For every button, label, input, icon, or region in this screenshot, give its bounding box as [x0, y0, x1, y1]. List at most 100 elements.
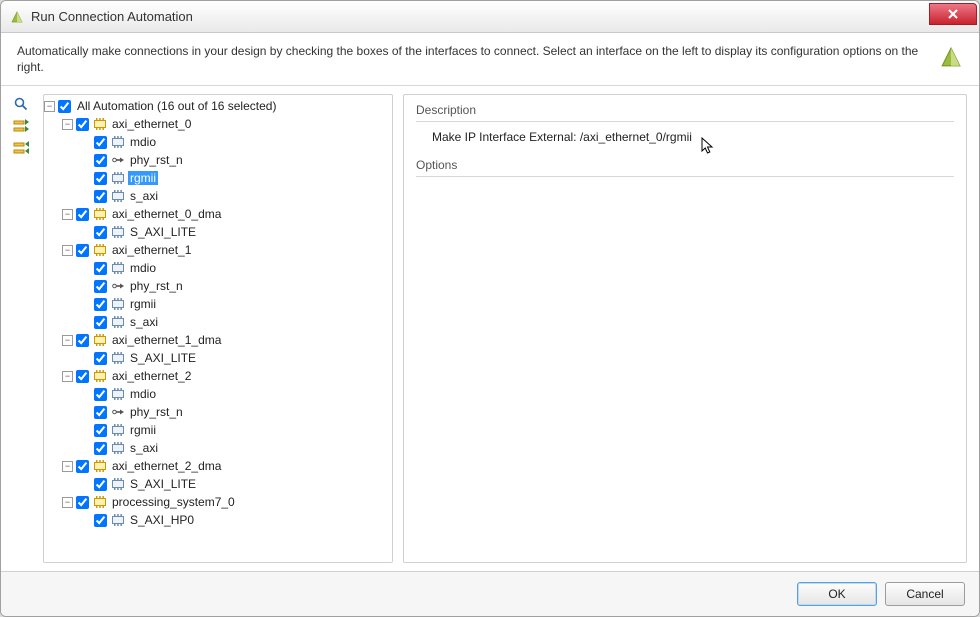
tree-checkbox[interactable] [76, 334, 89, 347]
tree-row[interactable]: mdio [80, 385, 392, 403]
tree-node-label[interactable]: S_AXI_LITE [128, 477, 198, 491]
tree-row[interactable]: phy_rst_n [80, 277, 392, 295]
tree-row[interactable]: − axi_ethernet_1 [62, 241, 392, 259]
tree-checkbox[interactable] [94, 262, 107, 275]
intf-icon [111, 261, 125, 275]
tree-checkbox[interactable] [94, 316, 107, 329]
search-icon[interactable] [13, 96, 29, 112]
ip-icon [93, 207, 107, 221]
tree-checkbox[interactable] [76, 244, 89, 257]
tree-node-label[interactable]: processing_system7_0 [110, 495, 237, 509]
expand-toggle[interactable]: − [62, 245, 73, 256]
tree-row[interactable]: S_AXI_LITE [80, 223, 392, 241]
tree-checkbox[interactable] [94, 388, 107, 401]
port-icon [111, 405, 125, 419]
tree-checkbox[interactable] [94, 172, 107, 185]
details-panel: Description Make IP Interface External: … [403, 94, 967, 563]
dialog: Run Connection Automation Automatically … [0, 0, 980, 617]
tree-checkbox[interactable] [94, 478, 107, 491]
tree-row[interactable]: s_axi [80, 439, 392, 457]
tree-checkbox[interactable] [94, 352, 107, 365]
tree-checkbox[interactable] [94, 406, 107, 419]
intf-icon [111, 387, 125, 401]
select-children-icon[interactable] [13, 140, 29, 156]
tree-node-label[interactable]: S_AXI_LITE [128, 351, 198, 365]
tree-node-label[interactable]: phy_rst_n [128, 279, 185, 293]
cancel-button[interactable]: Cancel [885, 582, 965, 606]
select-non-children-icon[interactable] [13, 118, 29, 134]
tree-checkbox[interactable] [94, 280, 107, 293]
tree-row[interactable]: mdio [80, 259, 392, 277]
tree-row[interactable]: − axi_ethernet_2 [62, 367, 392, 385]
tree-node-label[interactable]: s_axi [128, 189, 160, 203]
tree-node-label[interactable]: axi_ethernet_0 [110, 117, 193, 131]
tree-node-label[interactable]: s_axi [128, 315, 160, 329]
tree-row[interactable]: s_axi [80, 313, 392, 331]
tree-checkbox[interactable] [94, 226, 107, 239]
intro-text: Automatically make connections in your d… [17, 43, 937, 75]
tree-checkbox[interactable] [76, 118, 89, 131]
automation-tree[interactable]: −All Automation (16 out of 16 selected)−… [44, 97, 392, 529]
tree-node-label[interactable]: axi_ethernet_0_dma [110, 207, 223, 221]
tree-row[interactable]: − axi_ethernet_0_dma [62, 205, 392, 223]
intf-icon [111, 135, 125, 149]
tree-row[interactable]: rgmii [80, 295, 392, 313]
expand-toggle[interactable]: − [62, 119, 73, 130]
tree-row[interactable]: rgmii [80, 169, 392, 187]
tree-node-label[interactable]: phy_rst_n [128, 153, 185, 167]
close-icon [947, 8, 959, 20]
tree-row[interactable]: phy_rst_n [80, 403, 392, 421]
tree-node-label[interactable]: axi_ethernet_1_dma [110, 333, 223, 347]
tree-checkbox[interactable] [94, 190, 107, 203]
tree-node-label[interactable]: s_axi [128, 441, 160, 455]
tree-checkbox[interactable] [58, 100, 71, 113]
tree-row[interactable]: s_axi [80, 187, 392, 205]
tree-row[interactable]: − axi_ethernet_1_dma [62, 331, 392, 349]
description-label: Description [416, 103, 954, 122]
tree-node-label[interactable]: rgmii [128, 423, 158, 437]
tree-row[interactable]: phy_rst_n [80, 151, 392, 169]
tree-row[interactable]: mdio [80, 133, 392, 151]
tree-checkbox[interactable] [76, 460, 89, 473]
tree-row[interactable]: rgmii [80, 421, 392, 439]
tree-row[interactable]: − axi_ethernet_2_dma [62, 457, 392, 475]
tree-checkbox[interactable] [94, 154, 107, 167]
tree-node-label[interactable]: axi_ethernet_1 [110, 243, 193, 257]
tree-row[interactable]: S_AXI_LITE [80, 349, 392, 367]
tree-checkbox[interactable] [94, 298, 107, 311]
intro-bar: Automatically make connections in your d… [1, 33, 979, 86]
tree-checkbox[interactable] [94, 514, 107, 527]
tree-node-label[interactable]: mdio [128, 135, 158, 149]
expand-toggle[interactable]: − [62, 371, 73, 382]
tree-checkbox[interactable] [76, 370, 89, 383]
tree-row[interactable]: − processing_system7_0 [62, 493, 392, 511]
tree-root-row[interactable]: − All Automation (16 out of 16 selected) [44, 97, 392, 115]
tree-node-label[interactable]: rgmii [128, 297, 158, 311]
expand-toggle[interactable]: − [62, 461, 73, 472]
intf-icon [111, 513, 125, 527]
tree-node-label[interactable]: S_AXI_LITE [128, 225, 198, 239]
expand-toggle[interactable]: − [62, 335, 73, 346]
tree-node-label[interactable]: phy_rst_n [128, 405, 185, 419]
close-button[interactable] [929, 3, 977, 25]
tree-node-label[interactable]: axi_ethernet_2_dma [110, 459, 223, 473]
tree-row[interactable]: S_AXI_LITE [80, 475, 392, 493]
tree-row[interactable]: S_AXI_HP0 [80, 511, 392, 529]
tree-node-label[interactable]: S_AXI_HP0 [128, 513, 196, 527]
tree-node-label[interactable]: mdio [128, 261, 158, 275]
tree-checkbox[interactable] [94, 442, 107, 455]
tree-checkbox[interactable] [76, 208, 89, 221]
ok-button[interactable]: OK [797, 582, 877, 606]
tree-node-label[interactable]: mdio [128, 387, 158, 401]
tree-checkbox[interactable] [94, 424, 107, 437]
expand-toggle[interactable]: − [62, 497, 73, 508]
tree-node-label[interactable]: All Automation (16 out of 16 selected) [75, 99, 278, 113]
tree-node-label[interactable]: axi_ethernet_2 [110, 369, 193, 383]
expand-toggle[interactable]: − [62, 209, 73, 220]
tree-checkbox[interactable] [76, 496, 89, 509]
expand-toggle[interactable]: − [44, 101, 55, 112]
tree-node-label[interactable]: rgmii [128, 171, 158, 185]
port-icon [111, 153, 125, 167]
tree-row[interactable]: − axi_ethernet_0 [62, 115, 392, 133]
tree-checkbox[interactable] [94, 136, 107, 149]
